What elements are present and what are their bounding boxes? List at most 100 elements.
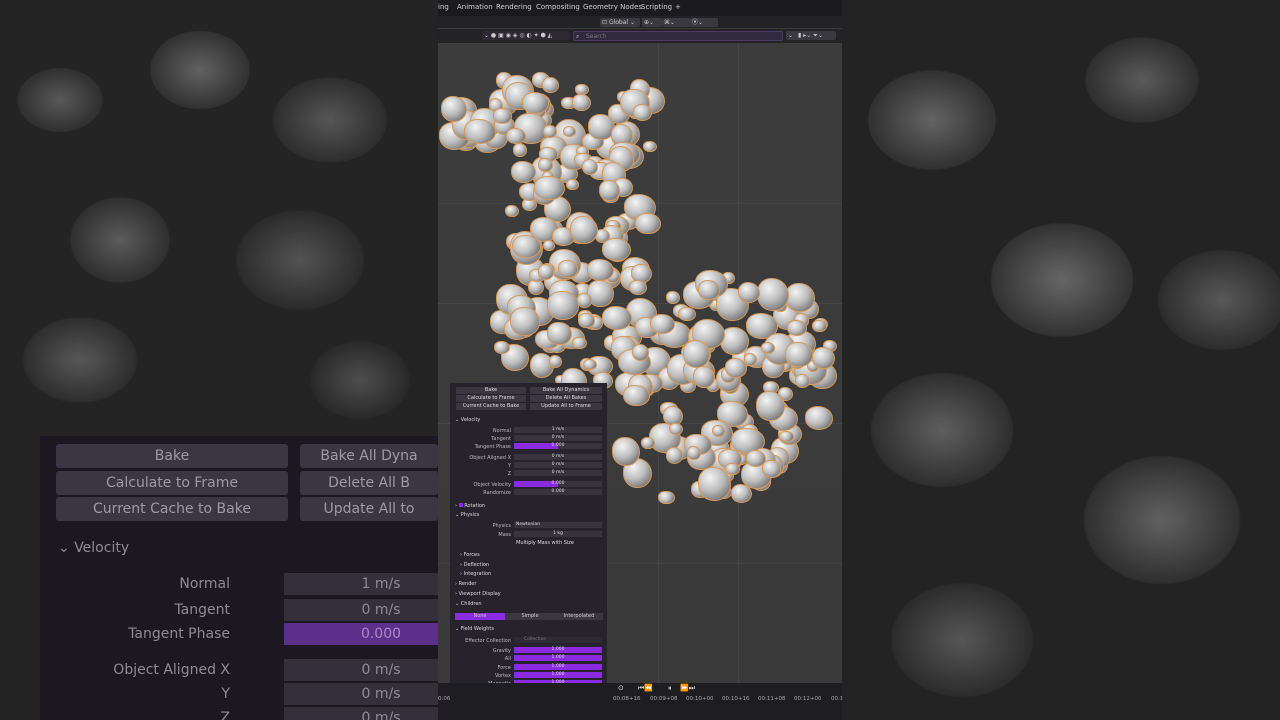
delete-all-bakes-button[interactable]: Delete All Bakes: [530, 395, 602, 402]
bg-y-field: 0 m/s: [284, 683, 438, 705]
filter-funnel-icon[interactable]: ▮ ▸⌄ ⏷⌄: [796, 31, 836, 40]
render-section-header[interactable]: › Render: [455, 581, 476, 587]
timeline: ⊙ ⏮⏪ ⏸ ⏩⏭ 0:06 00:08+16 00:09+08 00:10+00 00…: [438, 683, 842, 720]
field-weight-label: Vortex: [494, 672, 511, 679]
bg-velocity-heading: ⌄ Velocity: [58, 540, 130, 556]
bg-bake-all-button: Bake All Dyna: [300, 444, 438, 468]
rock-particle: [547, 290, 580, 321]
field-weight-slider[interactable]: 1.000: [514, 671, 602, 678]
current-cache-to-bake-button[interactable]: Current Cache to Bake: [456, 403, 526, 410]
tab-scripting[interactable]: Scripting: [641, 3, 672, 11]
children-section-header[interactable]: ⌄ Children: [455, 601, 482, 607]
integration-section-header[interactable]: › Integration: [460, 571, 491, 577]
rock-particle: [795, 373, 811, 388]
multiply-mass-label: Multiply Mass with Size: [516, 540, 574, 546]
bake-button[interactable]: Bake: [456, 387, 526, 394]
field-weight-label: Gravity: [492, 648, 511, 654]
rock-particle: [668, 422, 683, 435]
mass-label: Mass: [498, 532, 511, 538]
object-velocity-field[interactable]: 0.000: [514, 481, 602, 487]
multiply-mass-checkbox[interactable]: Multiply Mass with Size: [516, 540, 574, 546]
blender-window: ing Animation Rendering Compositing Geom…: [438, 0, 842, 720]
bg-normal-field: 1 m/s: [284, 573, 438, 595]
children-tab-interpolated[interactable]: Interpolated: [555, 613, 603, 620]
field-weight-slider[interactable]: 1.000: [514, 647, 602, 653]
tangent-phase-label: Tangent Phase: [474, 444, 511, 450]
rock-particle: [779, 430, 794, 443]
rock-particle: [547, 321, 572, 345]
viewport-display-section-header[interactable]: › Viewport Display: [455, 591, 501, 597]
field-weights-section-header[interactable]: ⌄ Field Weights: [455, 626, 494, 632]
mass-field[interactable]: 1 kg: [514, 531, 602, 537]
rock-particle: [631, 344, 650, 361]
jump-end-icon[interactable]: ⏩⏭: [680, 684, 695, 693]
y-label: Y: [507, 463, 511, 469]
velocity-section-header[interactable]: ⌄ Velocity: [455, 417, 480, 423]
bg-update-all-button: Update All to: [300, 497, 438, 521]
children-label: Children: [460, 601, 482, 607]
physics-type-dropdown[interactable]: Newtonian: [514, 522, 602, 528]
field-weight-slider[interactable]: 1.000: [514, 655, 602, 662]
calculate-to-frame-button[interactable]: Calculate to Frame: [456, 395, 526, 402]
tab-geometry-nodes[interactable]: Geometry Nodes: [583, 3, 642, 11]
tab-ing[interactable]: ing: [438, 3, 449, 11]
pivot-icon[interactable]: ⊕⌄: [642, 18, 662, 27]
orientation-dropdown[interactable]: ⊡ Global ⌄: [600, 18, 640, 27]
tab-rendering[interactable]: Rendering: [496, 3, 532, 11]
tangent-field[interactable]: 0 m/s: [514, 435, 602, 441]
tangent-phase-field[interactable]: 0.000: [514, 443, 602, 449]
rock-particle: [812, 347, 835, 369]
bake-all-dynamics-button[interactable]: Bake All Dynamics: [530, 387, 602, 394]
background-right-blur: [842, 0, 1280, 720]
record-icon[interactable]: ⊙: [618, 684, 624, 692]
proportional-edit-icon[interactable]: ⦿⌄: [690, 18, 718, 27]
tab-add[interactable]: +: [675, 3, 681, 11]
rotation-section-header[interactable]: › Rotation: [455, 503, 485, 509]
y-field[interactable]: 0 m/s: [514, 462, 602, 468]
update-all-to-frame-button[interactable]: Update All to Frame: [530, 403, 602, 410]
bg-y-label: Y: [221, 686, 230, 702]
filter-icons[interactable]: ⌄ ● ▣ ◉ ◈ ◎ ◐ ✦ ⬢ ◭: [482, 31, 570, 40]
effector-collection-label: Effector Collection: [465, 638, 511, 644]
rock-particle: [665, 447, 684, 464]
object-aligned-x-field[interactable]: 0 m/s: [514, 454, 602, 460]
z-label: Z: [507, 471, 511, 477]
rock-particle: [786, 320, 807, 337]
jump-start-icon[interactable]: ⏮⏪: [638, 684, 653, 693]
z-field[interactable]: 0 m/s: [514, 470, 602, 476]
children-tab-simple[interactable]: Simple: [505, 613, 555, 620]
forces-label: Forces: [463, 552, 480, 558]
tab-animation[interactable]: Animation: [457, 3, 493, 11]
normal-field[interactable]: 1 m/s: [514, 427, 602, 433]
pause-icon[interactable]: ⏸: [668, 684, 672, 693]
snap-icon[interactable]: ⌘⌄: [662, 18, 690, 27]
bg-calc-frame-button: Calculate to Frame: [56, 471, 288, 495]
children-tab-none[interactable]: None: [455, 613, 505, 620]
rock-particle: [537, 158, 553, 173]
forces-section-header[interactable]: › Forces: [460, 552, 480, 558]
effector-collection-field[interactable]: Collection: [514, 637, 602, 643]
rock-particle: [599, 180, 620, 201]
rock-particle: [492, 107, 513, 124]
rock-particle: [682, 339, 711, 369]
physics-section-header[interactable]: ⌄ Physics: [455, 512, 479, 518]
rock-particle: [628, 280, 648, 296]
rock-particle: [785, 282, 816, 313]
rock-particle: [650, 314, 676, 334]
rock-particle: [737, 281, 761, 303]
randomize-field[interactable]: 0.000: [514, 489, 602, 495]
rock-particle: [581, 158, 599, 175]
rotation-checkbox[interactable]: [458, 503, 463, 507]
bg-normal-label: Normal: [179, 576, 230, 592]
bg-current-cache-button: Current Cache to Bake: [56, 497, 288, 521]
field-weight-slider[interactable]: 1.000: [514, 663, 602, 670]
timeline-tick: 0:06: [438, 696, 451, 702]
tab-compositing[interactable]: Compositing: [536, 3, 580, 11]
bg-delete-all-button: Delete All B: [300, 471, 438, 495]
background-dim: [842, 0, 1280, 720]
deflection-section-header[interactable]: › Deflection: [460, 562, 489, 568]
tangent-label: Tangent: [491, 436, 511, 442]
field-weights-label: Field Weights: [460, 626, 494, 632]
rock-particle: [494, 340, 511, 354]
search-input[interactable]: ⌕ Search: [573, 31, 783, 41]
